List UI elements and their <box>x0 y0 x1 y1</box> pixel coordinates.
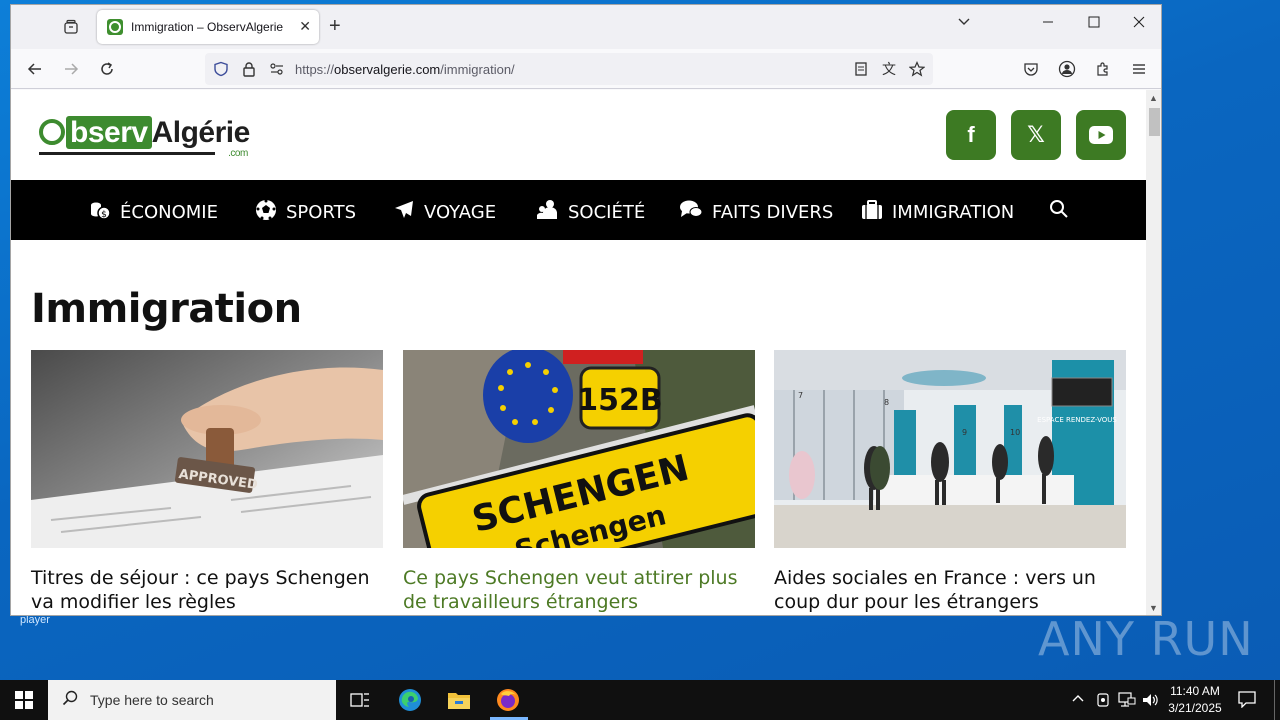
logo-algerie: Algérie <box>151 116 251 149</box>
close-window-icon[interactable] <box>1132 15 1146 34</box>
main-navigation: $ ÉCONOMIE SPORTS VOYAGE SOCIÉTÉ FAITS D… <box>11 180 1146 240</box>
site-logo[interactable]: bserv Algérie .com <box>39 116 251 159</box>
nav-label: IMMIGRATION <box>892 202 1015 223</box>
article-image-office[interactable]: ESPACE RENDEZ-VOUS 7 8 9 10 <box>774 350 1126 548</box>
article-title[interactable]: Titres de séjour : ce pays Schengen va m… <box>31 566 383 614</box>
logo-o-mark <box>39 119 65 145</box>
notifications-icon[interactable] <box>1238 690 1256 711</box>
nav-label: SPORTS <box>286 202 357 223</box>
search-icon[interactable] <box>1049 199 1069 219</box>
tab-list-icon[interactable] <box>59 15 83 39</box>
youtube-icon[interactable] <box>1076 110 1126 160</box>
article-image-schengen-sign[interactable]: 152B SCHENGEN Schengen <box>403 350 755 548</box>
article-title[interactable]: Ce pays Schengen veut attirer plus de tr… <box>403 566 755 614</box>
logo-underline <box>39 152 215 155</box>
search-placeholder: Type here to search <box>90 692 214 708</box>
translate-icon[interactable]: 文 <box>879 59 899 79</box>
back-icon[interactable] <box>25 59 45 79</box>
tab-bar: Immigration – ObservAlgerie ✕ + <box>11 5 1161 49</box>
page-title: Immigration <box>31 286 302 332</box>
counter-7: 7 <box>798 391 803 400</box>
office-sign: ESPACE RENDEZ-VOUS <box>1037 416 1117 424</box>
task-view-icon[interactable] <box>348 688 372 712</box>
people-icon <box>537 199 559 226</box>
list-all-tabs-icon[interactable] <box>957 15 971 34</box>
page-scrollbar[interactable]: ▲ ▼ <box>1146 90 1161 615</box>
article-card[interactable]: ESPACE RENDEZ-VOUS 7 8 9 10 Aides social… <box>774 350 1126 614</box>
new-tab-icon[interactable]: + <box>329 15 341 38</box>
coins-icon: $ <box>89 199 111 226</box>
shield-icon[interactable] <box>211 59 231 79</box>
permissions-icon[interactable] <box>267 59 287 79</box>
url-text: https://observalgerie.com/immigration/ <box>295 62 515 77</box>
comments-icon <box>679 199 703 226</box>
web-page: bservAlgérie .com f 𝕏 $ ÉCONOMIE SPORTS <box>11 90 1146 615</box>
article-card[interactable]: 152B SCHENGEN Schengen Ce pays Schengen … <box>403 350 755 614</box>
counter-10: 10 <box>1010 428 1020 437</box>
scroll-up-icon[interactable]: ▲ <box>1149 93 1158 103</box>
search-icon <box>62 690 78 711</box>
tab-title: Immigration – ObservAlgerie <box>131 20 284 34</box>
active-tab[interactable]: Immigration – ObservAlgerie ✕ <box>97 10 319 44</box>
nav-item-sports[interactable]: SPORTS <box>255 199 356 226</box>
windows-start-icon[interactable] <box>0 680 48 720</box>
facebook-icon[interactable]: f <box>946 110 996 160</box>
counter-8: 8 <box>884 398 889 407</box>
tray-device-icon[interactable] <box>1095 692 1111 711</box>
taskbar: Type here to search 11:40 AM 3/21/2025 <box>0 680 1280 720</box>
nav-item-voyage[interactable]: VOYAGE <box>393 199 496 226</box>
reader-view-icon[interactable] <box>851 59 871 79</box>
site-favicon-icon <box>107 19 123 35</box>
minimize-icon[interactable] <box>1041 15 1055 34</box>
counter-9: 9 <box>962 428 967 437</box>
logo-com: .com <box>228 148 248 159</box>
network-icon[interactable] <box>1118 692 1136 711</box>
pocket-icon[interactable] <box>1021 59 1041 79</box>
nav-item-economie[interactable]: $ ÉCONOMIE <box>89 199 218 226</box>
scroll-down-icon[interactable]: ▼ <box>1149 603 1158 613</box>
article-title[interactable]: Aides sociales en France : vers un coup … <box>774 566 1126 614</box>
navigation-toolbar: https://observalgerie.com/immigration/ 文 <box>11 49 1161 89</box>
forward-icon[interactable] <box>61 59 81 79</box>
close-tab-icon[interactable]: ✕ <box>299 18 311 35</box>
nav-label: FAITS DIVERS <box>712 202 834 223</box>
anyrun-watermark: ANY RUN <box>1038 612 1254 666</box>
nav-item-societe[interactable]: SOCIÉTÉ <box>537 199 645 226</box>
url-bar[interactable]: https://observalgerie.com/immigration/ 文 <box>205 53 933 85</box>
nav-label: SOCIÉTÉ <box>568 202 646 223</box>
clock-date: 3/21/2025 <box>1168 701 1222 715</box>
volume-icon[interactable] <box>1142 692 1160 711</box>
edge-icon[interactable] <box>398 688 422 712</box>
account-icon[interactable] <box>1057 59 1077 79</box>
browser-window: Immigration – ObservAlgerie ✕ + https://… <box>10 4 1162 616</box>
clock-time: 11:40 AM <box>1170 684 1220 698</box>
nav-label: VOYAGE <box>424 202 497 223</box>
scroll-thumb[interactable] <box>1149 108 1160 136</box>
menu-icon[interactable] <box>1129 59 1149 79</box>
system-clock[interactable]: 11:40 AM 3/21/2025 <box>1162 683 1228 717</box>
plate-text: 152B <box>577 383 663 418</box>
svg-text:$: $ <box>101 210 107 220</box>
extensions-icon[interactable] <box>1093 59 1113 79</box>
firefox-icon[interactable] <box>496 688 520 712</box>
show-desktop-button[interactable] <box>1274 680 1275 720</box>
nav-item-immigration[interactable]: IMMIGRATION <box>861 199 1014 226</box>
soccer-ball-icon <box>255 199 277 226</box>
show-hidden-icons-icon[interactable] <box>1071 692 1085 709</box>
plane-icon <box>393 199 415 226</box>
file-explorer-icon[interactable] <box>447 688 471 712</box>
watermark-text: ANY RUN <box>1038 612 1254 666</box>
nav-item-faits-divers[interactable]: FAITS DIVERS <box>679 199 833 226</box>
bookmark-star-icon[interactable] <box>907 59 927 79</box>
suitcase-icon <box>861 199 883 226</box>
nav-label: ÉCONOMIE <box>120 202 218 223</box>
reload-icon[interactable] <box>97 59 117 79</box>
taskbar-search-box[interactable]: Type here to search <box>48 680 336 720</box>
x-twitter-icon[interactable]: 𝕏 <box>1011 110 1061 160</box>
logo-observ: bserv <box>66 116 152 149</box>
article-image-approved-stamp[interactable]: APPROVED <box>31 350 383 548</box>
lock-icon[interactable] <box>239 59 259 79</box>
article-card[interactable]: APPROVED Titres de séjour : ce pays Sche… <box>31 350 383 614</box>
maximize-icon[interactable] <box>1087 15 1101 34</box>
